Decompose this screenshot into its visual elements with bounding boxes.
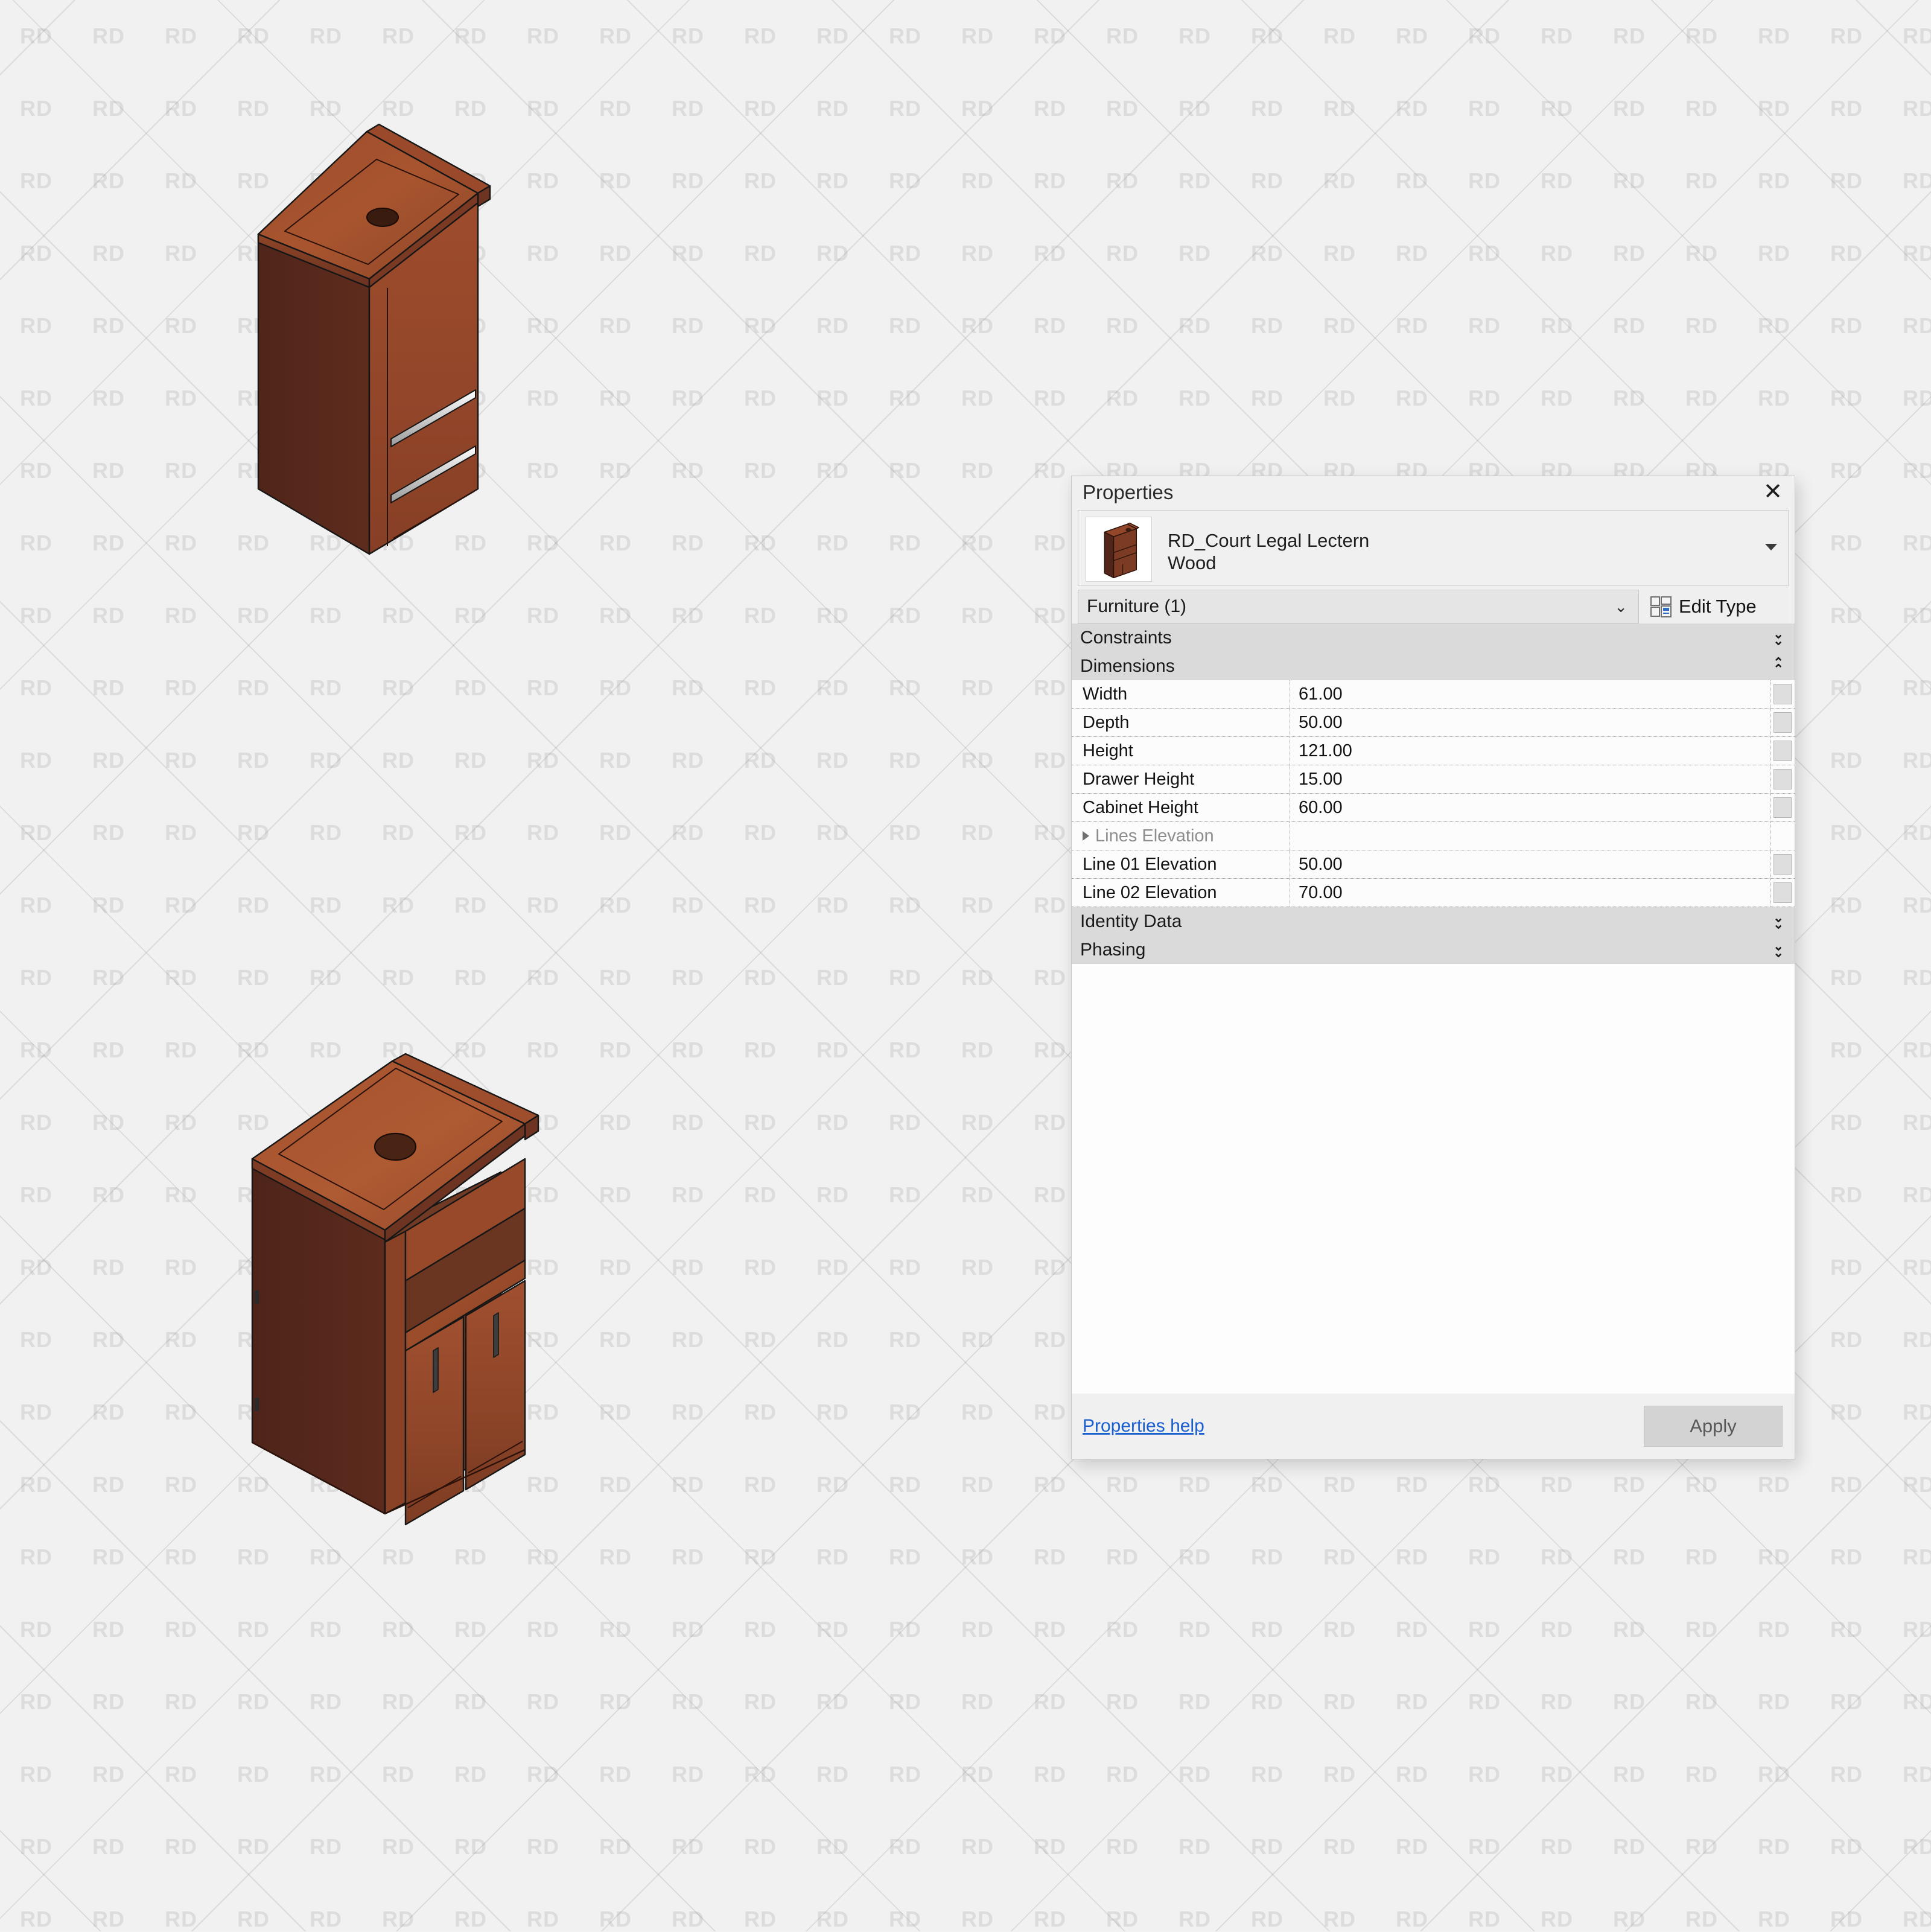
parameter-associate-button[interactable] xyxy=(1770,879,1795,907)
row-value-width[interactable]: 61.00 xyxy=(1290,680,1770,708)
edit-type-button[interactable]: Edit Type xyxy=(1639,590,1789,623)
parameter-associate-button[interactable] xyxy=(1770,794,1795,821)
table-row[interactable]: Line 02 Elevation 70.00 xyxy=(1072,879,1795,907)
row-value-drawer-height[interactable]: 15.00 xyxy=(1290,765,1770,793)
group-label: Dimensions xyxy=(1080,656,1175,677)
type-selector-dropdown[interactable] xyxy=(1759,517,1783,577)
type-thumbnail xyxy=(1086,517,1152,582)
group-header-dimensions[interactable]: Dimensions ⌃⌃ xyxy=(1072,652,1795,680)
palette-titlebar: Properties ✕ xyxy=(1072,476,1795,508)
group-header-constraints[interactable]: Constraints ⌄⌄ xyxy=(1072,623,1795,652)
row-value-line-01-elevation[interactable]: 50.00 xyxy=(1290,850,1770,878)
properties-help-link[interactable]: Properties help xyxy=(1083,1416,1644,1436)
properties-palette: Properties ✕ RD_Court Legal Lectern Wood xyxy=(1071,476,1795,1459)
row-label: Height xyxy=(1072,737,1290,765)
close-icon[interactable]: ✕ xyxy=(1760,479,1786,505)
parameter-associate-button[interactable] xyxy=(1770,850,1795,878)
double-chevron-down-icon: ⌄⌄ xyxy=(1773,631,1784,645)
double-chevron-down-icon: ⌄⌄ xyxy=(1773,943,1784,957)
row-value-lines-elevation xyxy=(1290,822,1770,850)
parameter-associate-button[interactable] xyxy=(1770,737,1795,765)
group-header-phasing[interactable]: Phasing ⌄⌄ xyxy=(1072,936,1795,964)
row-label: Lines Elevation xyxy=(1095,826,1214,846)
row-label: Line 01 Elevation xyxy=(1072,850,1290,878)
table-row[interactable]: Width 61.00 xyxy=(1072,680,1795,709)
edit-type-icon xyxy=(1650,595,1673,618)
table-row[interactable]: Height 121.00 xyxy=(1072,737,1795,765)
table-row[interactable]: Line 01 Elevation 50.00 xyxy=(1072,850,1795,879)
type-name: Wood xyxy=(1168,552,1759,575)
category-selector[interactable]: Furniture (1) ⌄ xyxy=(1078,590,1639,623)
group-label: Identity Data xyxy=(1080,911,1182,932)
row-label-group: Lines Elevation xyxy=(1072,822,1290,850)
category-selector-value: Furniture (1) xyxy=(1087,596,1614,617)
double-chevron-down-icon: ⌄⌄ xyxy=(1773,914,1784,928)
type-preview-block[interactable]: RD_Court Legal Lectern Wood xyxy=(1078,510,1789,586)
table-row-lines-elevation-group[interactable]: Lines Elevation xyxy=(1072,822,1795,850)
table-row[interactable]: Drawer Height 15.00 xyxy=(1072,765,1795,794)
double-chevron-up-icon: ⌃⌃ xyxy=(1773,659,1784,673)
parameter-associate-button[interactable] xyxy=(1770,765,1795,793)
chevron-down-icon xyxy=(1765,544,1777,550)
row-label: Width xyxy=(1072,680,1290,708)
row-label: Drawer Height xyxy=(1072,765,1290,793)
row-label: Depth xyxy=(1072,709,1290,736)
parameter-associate-button[interactable] xyxy=(1770,680,1795,708)
family-name: RD_Court Legal Lectern xyxy=(1168,530,1759,552)
group-label: Constraints xyxy=(1080,628,1172,648)
group-header-identity-data[interactable]: Identity Data ⌄⌄ xyxy=(1072,907,1795,936)
category-selector-row: Furniture (1) ⌄ Edit Type xyxy=(1078,590,1789,623)
palette-empty-area xyxy=(1072,964,1795,1394)
apply-button[interactable]: Apply xyxy=(1644,1406,1783,1447)
group-label: Phasing xyxy=(1080,940,1145,960)
expander-triangle-icon[interactable] xyxy=(1083,831,1089,841)
row-value-depth[interactable]: 50.00 xyxy=(1290,709,1770,736)
table-row[interactable]: Cabinet Height 60.00 xyxy=(1072,794,1795,822)
lectern-open-view xyxy=(241,960,754,1563)
row-value-height[interactable]: 121.00 xyxy=(1290,737,1770,765)
palette-footer: Properties help Apply xyxy=(1072,1394,1795,1459)
row-value-cabinet-height[interactable]: 60.00 xyxy=(1290,794,1770,821)
dimensions-rows: Width 61.00 Depth 50.00 Height 121.00 Dr… xyxy=(1072,680,1795,907)
palette-title: Properties xyxy=(1083,482,1760,502)
parameter-associate-button[interactable] xyxy=(1770,709,1795,736)
type-preview-text: RD_Court Legal Lectern Wood xyxy=(1168,517,1759,574)
chevron-down-icon: ⌄ xyxy=(1614,599,1632,614)
row-value-line-02-elevation[interactable]: 70.00 xyxy=(1290,879,1770,907)
edit-type-label: Edit Type xyxy=(1679,596,1757,617)
table-row[interactable]: Depth 50.00 xyxy=(1072,709,1795,737)
row-label: Cabinet Height xyxy=(1072,794,1290,821)
parameter-associate-placeholder xyxy=(1770,822,1795,850)
row-label: Line 02 Elevation xyxy=(1072,879,1290,907)
lectern-closed-view xyxy=(253,103,748,604)
